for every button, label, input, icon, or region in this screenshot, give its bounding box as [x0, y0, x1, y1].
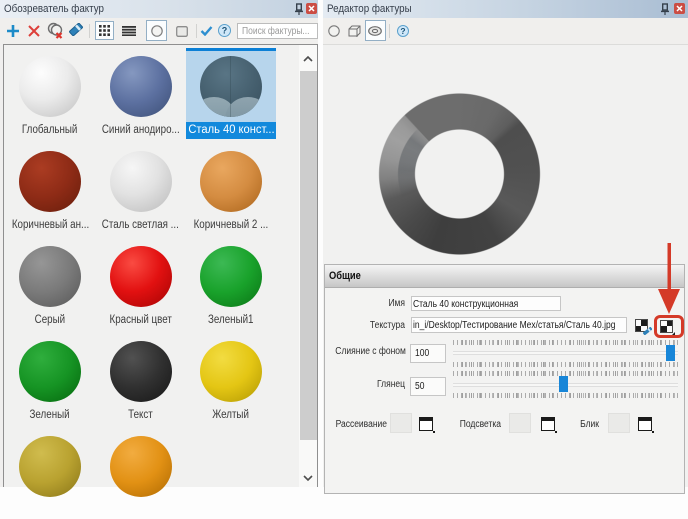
svg-text:?: ? [222, 26, 228, 36]
svg-text:?: ? [400, 26, 405, 36]
